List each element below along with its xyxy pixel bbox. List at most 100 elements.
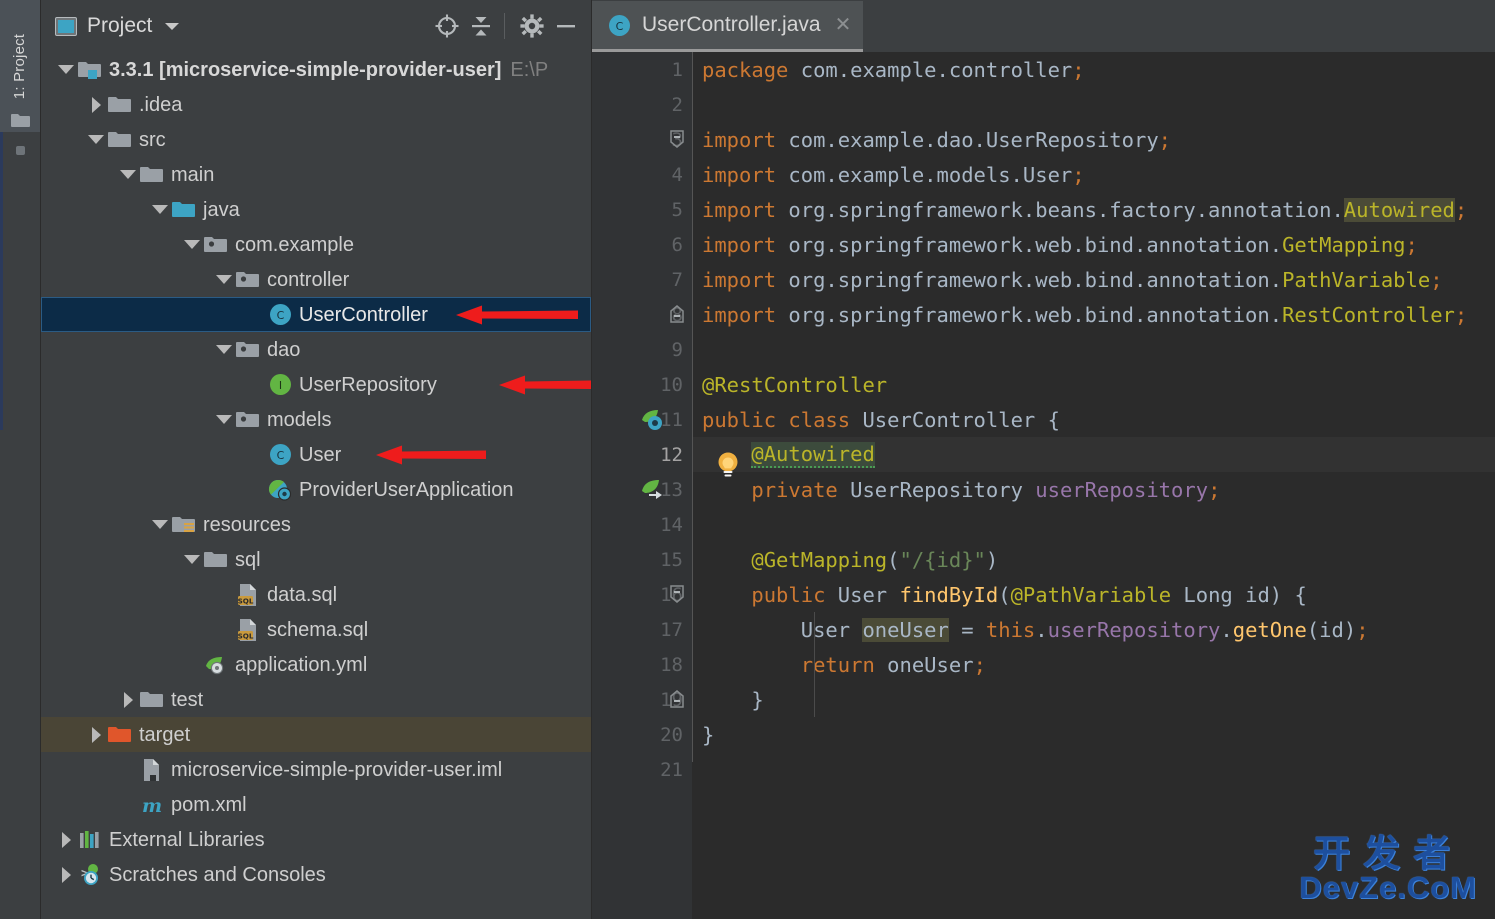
tree-row-external-libraries[interactable]: External Libraries bbox=[41, 822, 591, 857]
project-tree[interactable]: 3.3.1 [microservice-simple-provider-user… bbox=[41, 52, 591, 919]
line-number: 2 bbox=[671, 93, 683, 116]
editor-tab-label: UserController.java bbox=[642, 13, 821, 36]
tree-label: .idea bbox=[139, 93, 183, 116]
tool-strip-secondary-icon bbox=[16, 146, 25, 155]
tree-label: controller bbox=[267, 268, 350, 291]
intellij-window: 1: Project Project 3.3.1 [microservice-s… bbox=[0, 0, 1495, 919]
tree-row-target[interactable]: target bbox=[41, 717, 591, 752]
tree-row-user[interactable]: C User bbox=[41, 437, 591, 472]
tree-label: src bbox=[139, 128, 166, 151]
twisty-collapsed-icon[interactable] bbox=[85, 726, 107, 743]
spring-bean-icon[interactable] bbox=[640, 408, 665, 433]
code-line-15: @GetMapping("/{id}") bbox=[751, 547, 999, 572]
twisty-expanded-icon[interactable] bbox=[149, 520, 171, 529]
tree-row-dao[interactable]: dao bbox=[41, 332, 591, 367]
tree-row-com-example[interactable]: com.example bbox=[41, 227, 591, 262]
scratches-icon: > bbox=[77, 863, 103, 886]
code-editor[interactable]: 1 2 3 4 5 6 7 8 9 10 11 12 13 14 15 16 1… bbox=[592, 52, 1495, 919]
code-line-13: private UserRepository userRepository; bbox=[751, 477, 1221, 502]
tree-label: ProviderUserApplication bbox=[299, 478, 514, 501]
package-icon bbox=[235, 270, 261, 290]
tree-label: com.example bbox=[235, 233, 354, 256]
indent-guide bbox=[692, 52, 693, 762]
folder-icon bbox=[139, 165, 165, 185]
intention-bulb-icon[interactable] bbox=[714, 450, 742, 485]
line-number: 17 bbox=[660, 618, 683, 641]
line-number: 14 bbox=[660, 513, 683, 536]
code-line-5: import org.springframework.beans.factory… bbox=[702, 197, 1468, 222]
tree-row-models[interactable]: models bbox=[41, 402, 591, 437]
fold-collapse-icon[interactable] bbox=[666, 583, 688, 605]
collapse-all-button[interactable] bbox=[466, 11, 496, 41]
excluded-folder-icon bbox=[107, 725, 133, 745]
code-line-16: public User findById(@PathVariable Long … bbox=[751, 582, 1307, 607]
twisty-expanded-icon[interactable] bbox=[213, 275, 235, 284]
tree-label: java bbox=[203, 198, 240, 221]
settings-button[interactable] bbox=[517, 11, 547, 41]
package-icon bbox=[235, 340, 261, 360]
twisty-expanded-icon[interactable] bbox=[55, 65, 77, 74]
tree-row-project-root[interactable]: 3.3.1 [microservice-simple-provider-user… bbox=[41, 52, 591, 87]
hide-panel-button[interactable] bbox=[551, 11, 581, 41]
watermark: 开发者 DevZe.CoM bbox=[1299, 835, 1477, 905]
module-folder-icon bbox=[77, 60, 103, 80]
twisty-expanded-icon[interactable] bbox=[213, 345, 235, 354]
resources-root-icon bbox=[171, 515, 197, 535]
twisty-expanded-icon[interactable] bbox=[85, 135, 107, 144]
tree-row-provideruserapplication[interactable]: ProviderUserApplication bbox=[41, 472, 591, 507]
tree-row-java[interactable]: java bbox=[41, 192, 591, 227]
code-text-area[interactable]: package com.example.controller; import c… bbox=[692, 52, 1495, 919]
source-root-icon bbox=[171, 200, 197, 220]
tree-row-main[interactable]: main bbox=[41, 157, 591, 192]
tree-row-src[interactable]: src bbox=[41, 122, 591, 157]
fold-end-icon[interactable] bbox=[666, 688, 688, 710]
tree-label: models bbox=[267, 408, 332, 431]
twisty-collapsed-icon[interactable] bbox=[55, 866, 77, 883]
twisty-expanded-icon[interactable] bbox=[213, 415, 235, 424]
tree-row-iml[interactable]: microservice-simple-provider-user.iml bbox=[41, 752, 591, 787]
watermark-en: DevZe.CoM bbox=[1299, 870, 1477, 906]
twisty-expanded-icon[interactable] bbox=[181, 555, 203, 564]
tree-row-scratches-and-consoles[interactable]: > Scratches and Consoles bbox=[41, 857, 591, 892]
tree-row-usercontroller[interactable]: C UserController bbox=[41, 297, 591, 332]
tree-row-test[interactable]: test bbox=[41, 682, 591, 717]
locate-file-button[interactable] bbox=[432, 11, 462, 41]
arrow-to-user bbox=[376, 445, 486, 465]
tree-row-idea[interactable]: .idea bbox=[41, 87, 591, 122]
twisty-expanded-icon[interactable] bbox=[149, 205, 171, 214]
tree-row-sql[interactable]: sql bbox=[41, 542, 591, 577]
tree-label: User bbox=[299, 443, 342, 466]
chevron-down-icon[interactable] bbox=[165, 22, 180, 30]
tree-row-data-sql[interactable]: SQL data.sql bbox=[41, 577, 591, 612]
line-number: 4 bbox=[671, 163, 683, 186]
twisty-collapsed-icon[interactable] bbox=[85, 96, 107, 113]
spring-autowired-icon[interactable] bbox=[640, 478, 665, 503]
line-number: 6 bbox=[671, 233, 683, 256]
tree-row-application-yml[interactable]: application.yml bbox=[41, 647, 591, 682]
tree-row-resources[interactable]: resources bbox=[41, 507, 591, 542]
package-icon bbox=[203, 235, 229, 255]
indent-guide bbox=[814, 612, 815, 717]
tree-label: main bbox=[171, 163, 215, 186]
tree-label: test bbox=[171, 688, 204, 711]
tree-row-controller[interactable]: controller bbox=[41, 262, 591, 297]
close-icon[interactable]: ✕ bbox=[835, 15, 852, 35]
fold-collapse-icon[interactable] bbox=[666, 128, 688, 150]
twisty-expanded-icon[interactable] bbox=[117, 170, 139, 179]
twisty-collapsed-icon[interactable] bbox=[55, 831, 77, 848]
folder-icon bbox=[203, 550, 229, 570]
fold-end-icon[interactable] bbox=[666, 303, 688, 325]
editor-gutter[interactable]: 1 2 3 4 5 6 7 8 9 10 11 12 13 14 15 16 1… bbox=[592, 52, 692, 919]
tree-row-schema-sql[interactable]: SQL schema.sql bbox=[41, 612, 591, 647]
java-class-icon: C bbox=[267, 303, 293, 326]
twisty-expanded-icon[interactable] bbox=[181, 240, 203, 249]
tree-label: sql bbox=[235, 548, 261, 571]
line-number: 7 bbox=[671, 268, 683, 291]
tree-row-pom-xml[interactable]: m pom.xml bbox=[41, 787, 591, 822]
line-number: 12 bbox=[660, 443, 683, 466]
tree-row-userrepository[interactable]: I UserRepository bbox=[41, 367, 591, 402]
twisty-collapsed-icon[interactable] bbox=[117, 691, 139, 708]
line-number: 5 bbox=[671, 198, 683, 221]
editor-tab-usercontroller-java[interactable]: C UserController.java ✕ bbox=[592, 1, 864, 52]
toolbar-separator bbox=[504, 13, 505, 39]
